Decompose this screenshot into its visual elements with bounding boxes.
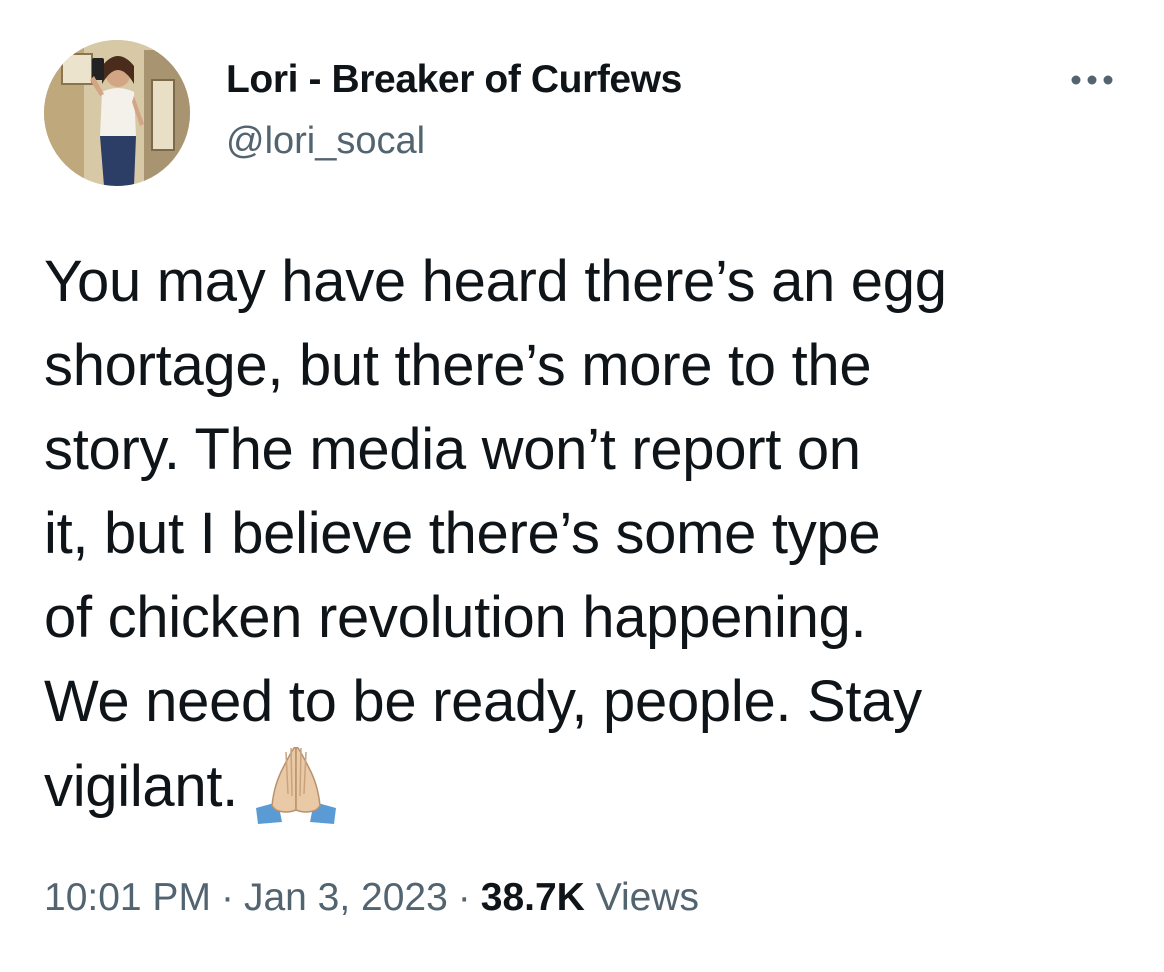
separator: · — [220, 876, 234, 919]
views-count: 38.7K — [480, 876, 585, 919]
avatar-photo — [44, 40, 190, 186]
more-options-button[interactable] — [1062, 60, 1122, 100]
tweet-text-last-line: vigilant. — [44, 744, 1134, 847]
tweet-text-line: You may have heard there’s an egg — [44, 249, 947, 314]
more-horizontal-icon — [1071, 75, 1113, 85]
tweet-card: Lori - Breaker of Curfews @lori_socal Yo… — [0, 0, 1164, 972]
tweet-text-line: We need to be ready, people. Stay — [44, 669, 922, 734]
tweet-date[interactable]: Jan 3, 2023 — [244, 876, 448, 919]
author-handle[interactable]: @lori_socal — [226, 120, 425, 163]
tweet-meta: 10:01 PM · Jan 3, 2023 · 38.7K Views — [44, 876, 699, 920]
tweet-text: You may have heard there’s an egg shorta… — [44, 240, 1134, 847]
folded-hands-icon — [252, 744, 340, 847]
separator: · — [457, 876, 471, 919]
tweet-text-line: of chicken revolution happening. — [44, 585, 867, 650]
tweet-text-line: vigilant. — [44, 754, 238, 819]
tweet-text-line: it, but I believe there’s some type — [44, 501, 881, 566]
views-label: Views — [595, 876, 700, 919]
tweet-text-line: shortage, but there’s more to the — [44, 333, 872, 398]
tweet-time[interactable]: 10:01 PM — [44, 876, 211, 919]
tweet-text-line: story. The media won’t report on — [44, 417, 861, 482]
avatar[interactable] — [44, 40, 190, 186]
author-display-name[interactable]: Lori - Breaker of Curfews — [226, 58, 682, 102]
